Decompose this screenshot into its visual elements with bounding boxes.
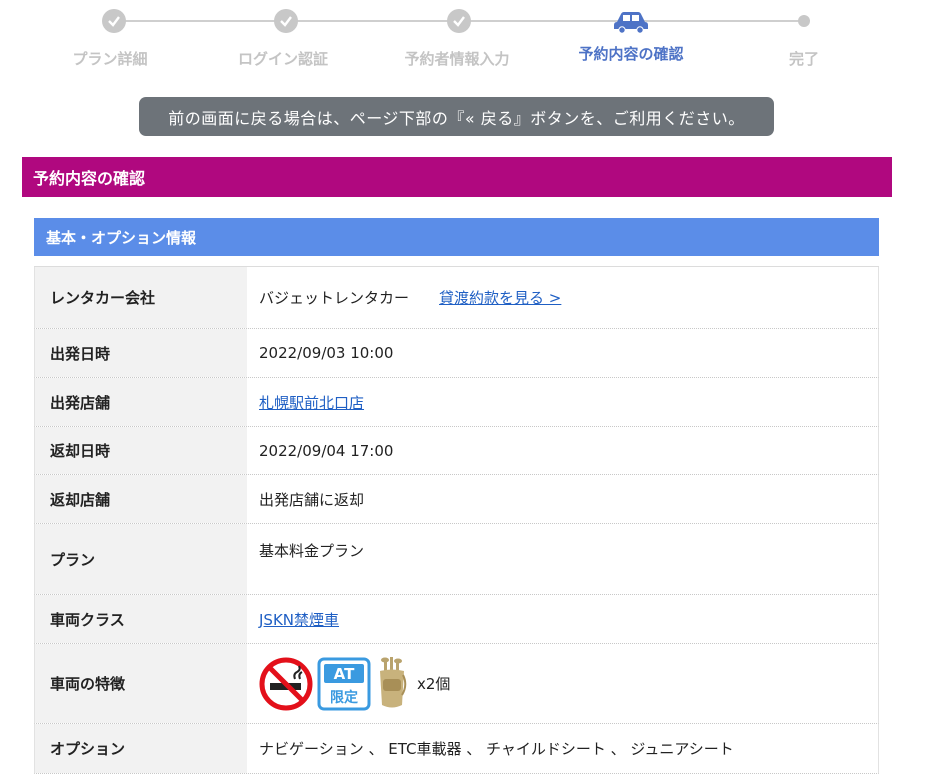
step-1-check-icon [102, 9, 126, 33]
row-label: プラン [35, 524, 247, 594]
row-label: 出発日時 [35, 329, 247, 377]
no-smoking-icon [259, 657, 313, 711]
step-label-login: ログイン認証 [237, 50, 329, 68]
row-departure-store: 出発店舗 札幌駅前北口店 [34, 378, 879, 427]
vehicle-class-link[interactable]: JSKN禁煙車 [259, 609, 339, 630]
at-only-icon: AT 限定 [317, 657, 371, 711]
row-value: 出発店舗に返却 [259, 490, 365, 509]
row-label: 出発店舗 [35, 378, 247, 426]
step-label-complete: 完了 [788, 50, 820, 68]
at-only-text-top: AT [334, 665, 355, 683]
step-2-check-icon [274, 9, 298, 33]
step-5-dot-icon [798, 15, 810, 27]
row-value: 基本料金プラン [259, 542, 365, 560]
step-3-check-icon [447, 9, 471, 33]
car-icon [611, 10, 651, 34]
row-value: 札幌駅前北口店 [247, 378, 878, 426]
row-value: ナビゲーション 、 ETC車載器 、 チャイルドシート 、 ジュニアシート [259, 740, 734, 758]
section-title: 予約内容の確認 [22, 157, 892, 197]
subsection-title: 基本・オプション情報 [34, 218, 879, 256]
golf-bag-count: x2個 [417, 675, 451, 693]
row-value: AT 限定 x2個 [247, 644, 878, 723]
row-value: 2022/09/03 10:00 [259, 344, 394, 362]
step-label-plan-details: プラン詳細 [72, 50, 148, 68]
progress-stepper: プラン詳細 ログイン認証 予約者情報入力 予約内容の確認 完了 [0, 0, 937, 80]
row-label: 返却店舗 [35, 475, 247, 523]
row-value: 2022/09/04 17:00 [259, 441, 394, 460]
row-value: JSKN禁煙車 [247, 595, 878, 643]
row-label: 車両クラス [35, 595, 247, 643]
back-button-notice: 前の画面に戻る場合は、ページ下部の『« 戻る』ボタンを、ご利用ください。 [139, 97, 774, 136]
row-return-store: 返却店舗 出発店舗に返却 [34, 475, 879, 524]
row-departure-datetime: 出発日時 2022/09/03 10:00 [34, 329, 879, 378]
row-vehicle-features: 車両の特徴 AT 限定 x2個 [34, 644, 879, 724]
row-vehicle-class: 車両クラス JSKN禁煙車 [34, 595, 879, 644]
rental-company-name: バジェットレンタカー [259, 289, 410, 307]
row-value: バジェットレンタカー 貸渡約款を見る > [247, 267, 878, 328]
departure-store-link[interactable]: 札幌駅前北口店 [259, 392, 364, 413]
row-return-datetime: 返却日時 2022/09/04 17:00 [34, 427, 879, 475]
step-label-booker-info: 予約者情報入力 [404, 50, 510, 68]
golf-bag-icon [375, 656, 409, 711]
reservation-info-table: レンタカー会社 バジェットレンタカー 貸渡約款を見る > 出発日時 2022/0… [34, 266, 879, 774]
row-label: オプション [35, 724, 247, 773]
row-options: オプション ナビゲーション 、 ETC車載器 、 チャイルドシート 、 ジュニア… [34, 724, 879, 774]
row-plan: プラン 基本料金プラン [34, 524, 879, 595]
row-label: 車両の特徴 [35, 644, 247, 723]
feature-icons: AT 限定 x2個 [259, 656, 451, 711]
row-rental-company: レンタカー会社 バジェットレンタカー 貸渡約款を見る > [34, 267, 879, 329]
row-label: レンタカー会社 [35, 267, 247, 328]
step-label-confirm: 予約内容の確認 [578, 45, 684, 63]
at-only-text-bottom: 限定 [330, 689, 358, 706]
terms-link[interactable]: 貸渡約款を見る > [439, 287, 561, 308]
row-label: 返却日時 [35, 427, 247, 474]
